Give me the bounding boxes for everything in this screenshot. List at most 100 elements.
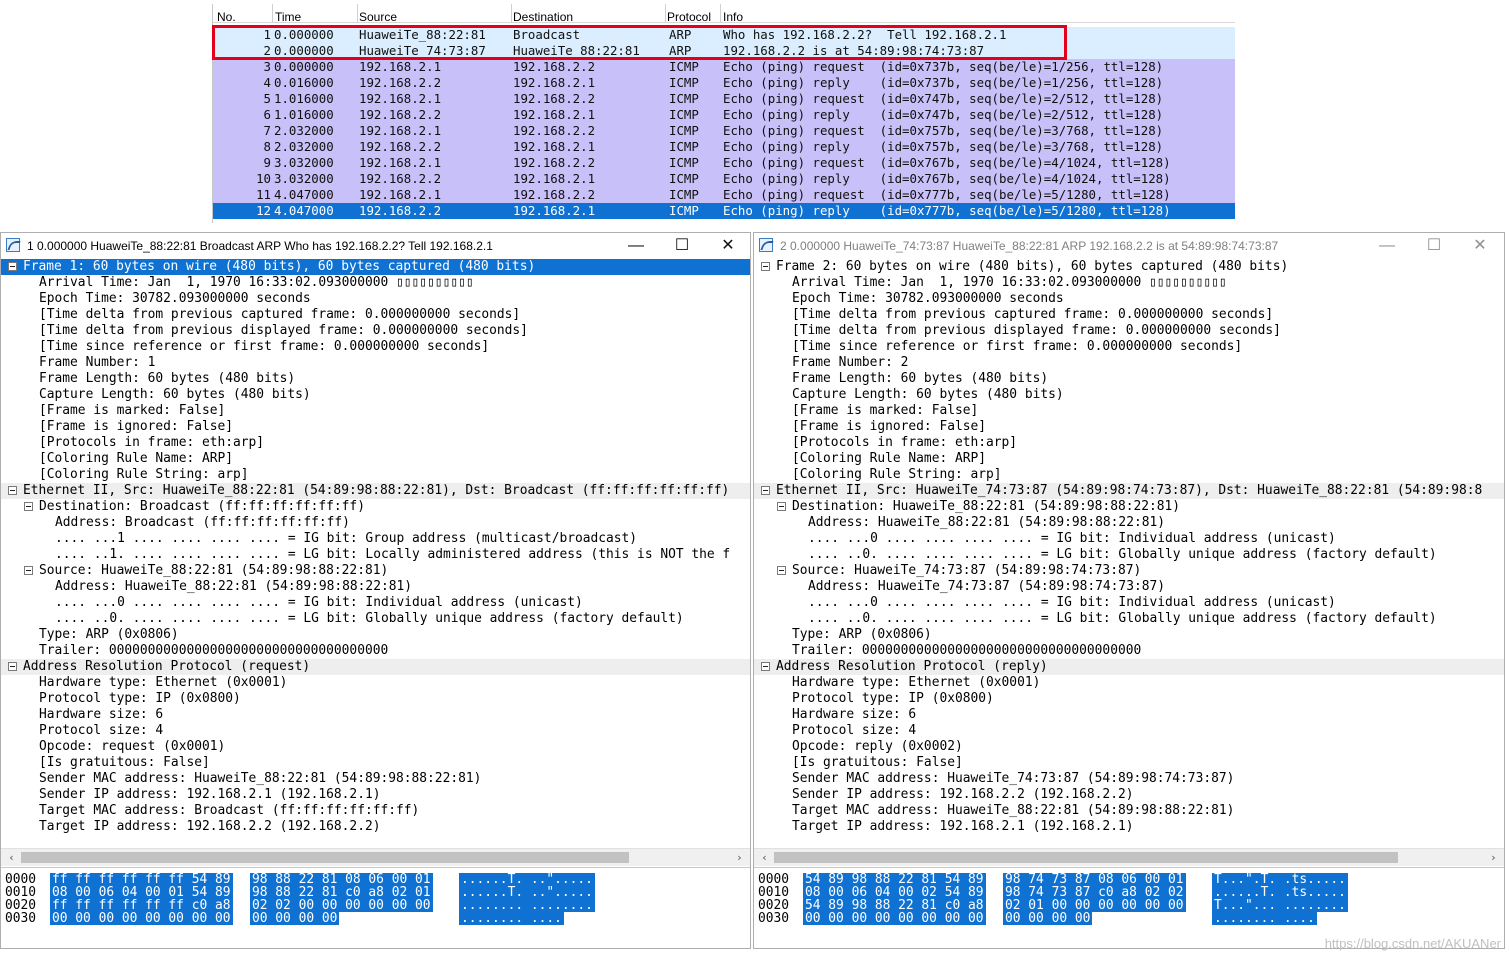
collapse-icon[interactable] [8, 262, 17, 271]
tree-line[interactable]: Source: HuaweiTe_74:73:87 (54:89:98:74:7… [754, 563, 1504, 579]
ascii-bytes[interactable]: ........ .... [459, 912, 564, 925]
tree-line[interactable]: Ethernet II, Src: HuaweiTe_88:22:81 (54:… [1, 483, 750, 499]
tree-line[interactable]: .... ..1. .... .... .... .... = LG bit: … [1, 547, 750, 563]
scroll-right-arrow[interactable]: › [731, 849, 748, 866]
tree-line[interactable]: [Time since reference or first frame: 0.… [754, 339, 1504, 355]
hex-bytes[interactable]: 00 00 00 00 00 00 00 00 [803, 912, 986, 925]
tree-line[interactable]: .... ..0. .... .... .... .... = LG bit: … [754, 611, 1504, 627]
tree-line[interactable]: .... ..0. .... .... .... .... = LG bit: … [754, 547, 1504, 563]
tree-line[interactable]: [Coloring Rule Name: ARP] [1, 451, 750, 467]
tree-line[interactable]: Target MAC address: Broadcast (ff:ff:ff:… [1, 803, 750, 819]
packet-bytes-pane[interactable]: 0000 ff ff ff ff ff ff 54 89 98 88 22 81 0… [1, 867, 750, 948]
tree-line[interactable]: [Frame is ignored: False] [1, 419, 750, 435]
hex-bytes[interactable]: 00 00 00 00 [250, 912, 340, 925]
tree-line[interactable]: Trailer: 0000000000000000000000000000000… [754, 643, 1504, 659]
tree-line[interactable]: .... ...0 .... .... .... .... = IG bit: … [1, 595, 750, 611]
maximize-button[interactable]: ☐ [659, 234, 705, 258]
tree-line[interactable]: Target IP address: 192.168.2.2 (192.168.… [1, 819, 750, 835]
hex-row[interactable]: 0030 00 00 00 00 00 00 00 00 00 00 00 00..… [1, 912, 750, 925]
collapse-icon[interactable] [761, 662, 770, 671]
tree-line[interactable]: Protocol type: IP (0x0800) [1, 691, 750, 707]
packet-row[interactable]: 4 0.016000 192.168.2.2 192.168.2.1 ICMP Echo … [213, 75, 1235, 91]
horizontal-scrollbar[interactable]: ‹ › [754, 848, 1504, 866]
tree-line[interactable]: [Coloring Rule String: arp] [1, 467, 750, 483]
col-header-info[interactable]: Info [723, 11, 743, 23]
packet-row[interactable]: 3 0.000000 192.168.2.1 192.168.2.2 ICMP Echo … [213, 59, 1235, 75]
tree-line[interactable]: [Time delta from previous displayed fram… [1, 323, 750, 339]
tree-line[interactable]: .... ...1 .... .... .... .... = IG bit: … [1, 531, 750, 547]
tree-line[interactable]: [Frame is marked: False] [1, 403, 750, 419]
packet-detail-window-1[interactable]: 1 0.000000 HuaweiTe_88:22:81 Broadcast A… [0, 232, 751, 949]
packet-row[interactable]: 7 2.032000 192.168.2.1 192.168.2.2 ICMP Echo … [213, 123, 1235, 139]
tree-line[interactable]: Type: ARP (0x0806) [754, 627, 1504, 643]
tree-line[interactable]: Address Resolution Protocol (reply) [754, 659, 1504, 675]
packet-row[interactable]: 5 1.016000 192.168.2.1 192.168.2.2 ICMP Echo … [213, 91, 1235, 107]
tree-line[interactable]: Frame Length: 60 bytes (480 bits) [1, 371, 750, 387]
packet-row[interactable]: 6 1.016000 192.168.2.2 192.168.2.1 ICMP Echo … [213, 107, 1235, 123]
tree-line[interactable]: Address Resolution Protocol (request) [1, 659, 750, 675]
column-separator[interactable] [720, 4, 721, 22]
tree-line[interactable]: .... ..0. .... .... .... .... = LG bit: … [1, 611, 750, 627]
hex-bytes[interactable]: 00 00 00 00 00 00 00 00 [50, 912, 233, 925]
packet-row[interactable]: 12 4.047000 192.168.2.2 192.168.2.1 ICMP Echo… [213, 203, 1235, 219]
col-header-destination[interactable]: Destination [513, 11, 573, 23]
close-button[interactable]: ✕ [705, 234, 750, 258]
collapse-icon[interactable] [777, 502, 786, 511]
tree-line[interactable]: Destination: Broadcast (ff:ff:ff:ff:ff:f… [1, 499, 750, 515]
tree-line[interactable]: Trailer: 0000000000000000000000000000000… [1, 643, 750, 659]
tree-line[interactable]: Frame Number: 2 [754, 355, 1504, 371]
packet-row[interactable]: 10 3.032000 192.168.2.2 192.168.2.1 ICMP Echo… [213, 171, 1235, 187]
tree-line[interactable]: Opcode: reply (0x0002) [754, 739, 1504, 755]
maximize-button[interactable]: ☐ [1411, 234, 1457, 258]
tree-line[interactable]: Epoch Time: 30782.093000000 seconds [754, 291, 1504, 307]
col-header-source[interactable]: Source [359, 11, 397, 23]
tree-line[interactable]: [Is gratuitous: False] [1, 755, 750, 771]
tree-line[interactable]: [Protocols in frame: eth:arp] [754, 435, 1504, 451]
tree-line[interactable]: [Coloring Rule String: arp] [754, 467, 1504, 483]
tree-line[interactable]: .... ...0 .... .... .... .... = IG bit: … [754, 595, 1504, 611]
scroll-left-arrow[interactable]: ‹ [3, 849, 20, 866]
tree-line[interactable]: Type: ARP (0x0806) [1, 627, 750, 643]
collapse-icon[interactable] [24, 566, 33, 575]
tree-line[interactable]: Hardware type: Ethernet (0x0001) [1, 675, 750, 691]
tree-line[interactable]: Protocol size: 4 [754, 723, 1504, 739]
packet-details-tree[interactable]: Frame 2: 60 bytes on wire (480 bits), 60… [754, 259, 1504, 849]
collapse-icon[interactable] [8, 486, 17, 495]
close-button[interactable]: ✕ [1457, 234, 1503, 258]
tree-line[interactable]: Hardware type: Ethernet (0x0001) [754, 675, 1504, 691]
tree-line[interactable]: [Time delta from previous captured frame… [1, 307, 750, 323]
column-separator[interactable] [511, 4, 512, 22]
tree-line[interactable]: Address: HuaweiTe_88:22:81 (54:89:98:88:… [1, 579, 750, 595]
ascii-bytes[interactable]: ........ .... [1212, 912, 1317, 925]
collapse-icon[interactable] [761, 262, 770, 271]
tree-line[interactable]: Frame 1: 60 bytes on wire (480 bits), 60… [1, 259, 750, 275]
column-separator[interactable] [272, 4, 273, 22]
tree-line[interactable]: Sender MAC address: HuaweiTe_74:73:87 (5… [754, 771, 1504, 787]
column-separator[interactable] [357, 4, 358, 22]
tree-line[interactable]: Address: Broadcast (ff:ff:ff:ff:ff:ff) [1, 515, 750, 531]
tree-line[interactable]: Frame 2: 60 bytes on wire (480 bits), 60… [754, 259, 1504, 275]
tree-line[interactable]: Source: HuaweiTe_88:22:81 (54:89:98:88:2… [1, 563, 750, 579]
tree-line[interactable]: Target IP address: 192.168.2.1 (192.168.… [754, 819, 1504, 835]
tree-line[interactable]: Address: HuaweiTe_88:22:81 (54:89:98:88:… [754, 515, 1504, 531]
tree-line[interactable]: Hardware size: 6 [754, 707, 1504, 723]
packet-row[interactable]: 9 3.032000 192.168.2.1 192.168.2.2 ICMP Echo … [213, 155, 1235, 171]
hex-row[interactable]: 0030 00 00 00 00 00 00 00 00 00 00 00 00..… [754, 912, 1504, 925]
tree-line[interactable]: Destination: HuaweiTe_88:22:81 (54:89:98… [754, 499, 1504, 515]
tree-line[interactable]: Sender MAC address: HuaweiTe_88:22:81 (5… [1, 771, 750, 787]
tree-line[interactable]: Address: HuaweiTe_74:73:87 (54:89:98:74:… [754, 579, 1504, 595]
scroll-left-arrow[interactable]: ‹ [756, 849, 773, 866]
tree-line[interactable]: .... ...0 .... .... .... .... = IG bit: … [754, 531, 1504, 547]
packet-details-tree[interactable]: Frame 1: 60 bytes on wire (480 bits), 60… [1, 259, 750, 849]
tree-line[interactable]: Opcode: request (0x0001) [1, 739, 750, 755]
packet-list[interactable]: No. Time Source Destination Protocol Inf… [212, 4, 1235, 223]
title-bar[interactable]: 2 0.000000 HuaweiTe_74:73:87 HuaweiTe_88… [754, 233, 1504, 259]
tree-line[interactable]: [Frame is marked: False] [754, 403, 1504, 419]
collapse-icon[interactable] [24, 502, 33, 511]
col-header-time[interactable]: Time [275, 11, 301, 23]
tree-line[interactable]: [Frame is ignored: False] [754, 419, 1504, 435]
scrollbar-thumb[interactable] [774, 852, 1398, 863]
tree-line[interactable]: Ethernet II, Src: HuaweiTe_74:73:87 (54:… [754, 483, 1504, 499]
packet-row[interactable]: 1 0.000000 HuaweiTe_88:22:81 Broadcast ARP Wh… [213, 27, 1235, 43]
packet-row[interactable]: 11 4.047000 192.168.2.1 192.168.2.2 ICMP Echo… [213, 187, 1235, 203]
